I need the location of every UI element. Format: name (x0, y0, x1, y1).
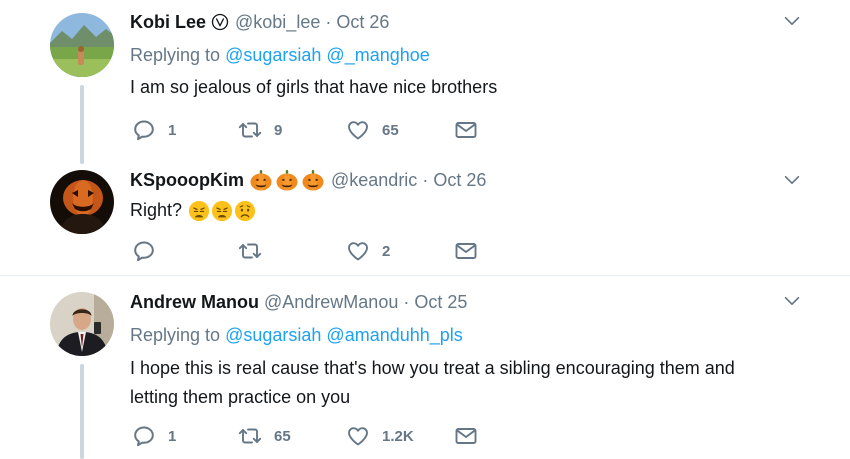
tweet-kobi-lee[interactable]: Kobi Lee @kobi_lee · Oct 26 Replying to … (0, 0, 850, 164)
envelope-icon (454, 239, 478, 263)
display-name[interactable]: Kobi Lee (130, 12, 206, 33)
reply-icon (132, 118, 156, 142)
tweet-text-line: I hope this is real cause that's how you… (130, 358, 735, 378)
mention-link[interactable]: @_manghoe (326, 45, 429, 65)
like-button[interactable]: 2 (346, 239, 390, 263)
like-count: 65 (382, 121, 399, 139)
jack-o-lantern-icon (275, 168, 299, 192)
retweet-count: 65 (274, 427, 291, 445)
chevron-down-icon[interactable] (781, 10, 803, 32)
avatar[interactable] (50, 13, 114, 77)
avatar-photo-landscape (50, 13, 114, 77)
mention-link[interactable]: @amanduhh_pls (326, 325, 462, 345)
avatar[interactable] (50, 170, 114, 234)
retweet-icon (238, 239, 262, 263)
chevron-down-icon[interactable] (781, 290, 803, 312)
thread-line (80, 85, 84, 164)
replying-to-label: Replying to (130, 45, 221, 65)
username[interactable]: @keandric (331, 170, 417, 191)
reply-icon (132, 239, 156, 263)
envelope-icon (454, 424, 478, 448)
reply-button[interactable]: 1 (132, 118, 176, 142)
replying-to-label: Replying to (130, 325, 221, 345)
direct-message-button[interactable] (454, 118, 478, 142)
jack-o-lantern-icon (301, 168, 325, 192)
tweet-header: KSpooopKim @keandric · Oct 26 (130, 167, 486, 193)
name-emoji-group (249, 168, 325, 192)
separator-dot: · (422, 169, 429, 190)
reply-icon (132, 424, 156, 448)
direct-message-button[interactable] (454, 239, 478, 263)
tweet-text: Right? (130, 200, 183, 220)
avatar-photo-suit (50, 292, 114, 356)
tweet-kspooopkim[interactable]: KSpooopKim @keandric · Oct 26 Right? 2 (0, 158, 850, 275)
username[interactable]: @AndrewManou (264, 292, 398, 313)
display-name[interactable]: Andrew Manou (130, 292, 259, 313)
direct-message-button[interactable] (454, 424, 478, 448)
tweet-text-line: letting them practice on you (130, 387, 351, 407)
like-button[interactable]: 1.2K (346, 424, 414, 448)
verified-badge-icon (211, 13, 229, 31)
worried-face-icon (234, 200, 256, 222)
like-count: 2 (382, 242, 391, 260)
heart-icon (346, 118, 370, 142)
username[interactable]: @kobi_lee (235, 12, 320, 33)
retweet-icon (238, 424, 262, 448)
chevron-down-icon[interactable] (781, 169, 803, 191)
thread-line (80, 364, 84, 459)
timestamp[interactable]: Oct 26 (336, 12, 389, 33)
separator-dot: · (403, 291, 410, 312)
replying-to: Replying to @sugarsiah @_manghoe (130, 45, 430, 66)
avatar[interactable] (50, 292, 114, 356)
reply-button[interactable]: 1 (132, 424, 176, 448)
replying-to: Replying to @sugarsiah @amanduhh_pls (130, 325, 463, 346)
tweet-text: I am so jealous of girls that have nice … (130, 77, 498, 97)
weary-face-icon (188, 200, 210, 222)
tweet-text-row: Right? (130, 196, 256, 225)
mention-link[interactable]: @sugarsiah (225, 45, 321, 65)
like-count: 1.2K (382, 427, 414, 445)
tweet-actions: 1 65 1.2K (130, 424, 490, 448)
timestamp[interactable]: Oct 25 (414, 292, 467, 313)
tweet-actions: 1 9 65 (130, 118, 490, 142)
weary-face-icon (211, 200, 233, 222)
timestamp[interactable]: Oct 26 (433, 170, 486, 191)
heart-icon (346, 239, 370, 263)
like-button[interactable]: 65 (346, 118, 399, 142)
display-name[interactable]: KSpooopKim (130, 170, 244, 191)
heart-icon (346, 424, 370, 448)
text-emoji-group (188, 200, 256, 222)
avatar-photo-pumpkin-mask (50, 170, 114, 234)
reply-count: 1 (168, 121, 177, 139)
retweet-button[interactable] (238, 239, 274, 263)
tweet-header: Kobi Lee @kobi_lee · Oct 26 (130, 9, 389, 35)
tweet-andrew-manou[interactable]: Andrew Manou @AndrewManou · Oct 25 Reply… (0, 276, 850, 459)
mention-link[interactable]: @sugarsiah (225, 325, 321, 345)
jack-o-lantern-icon (249, 168, 273, 192)
tweet-text: I hope this is real cause that's how you… (130, 354, 735, 412)
tweet-header: Andrew Manou @AndrewManou · Oct 25 (130, 289, 467, 315)
tweet-actions: 2 (130, 239, 490, 263)
separator-dot: · (325, 11, 332, 32)
reply-count: 1 (168, 427, 177, 445)
reply-button[interactable] (132, 239, 168, 263)
retweet-count: 9 (274, 121, 283, 139)
retweet-icon (238, 118, 262, 142)
retweet-button[interactable]: 65 (238, 424, 291, 448)
retweet-button[interactable]: 9 (238, 118, 282, 142)
envelope-icon (454, 118, 478, 142)
